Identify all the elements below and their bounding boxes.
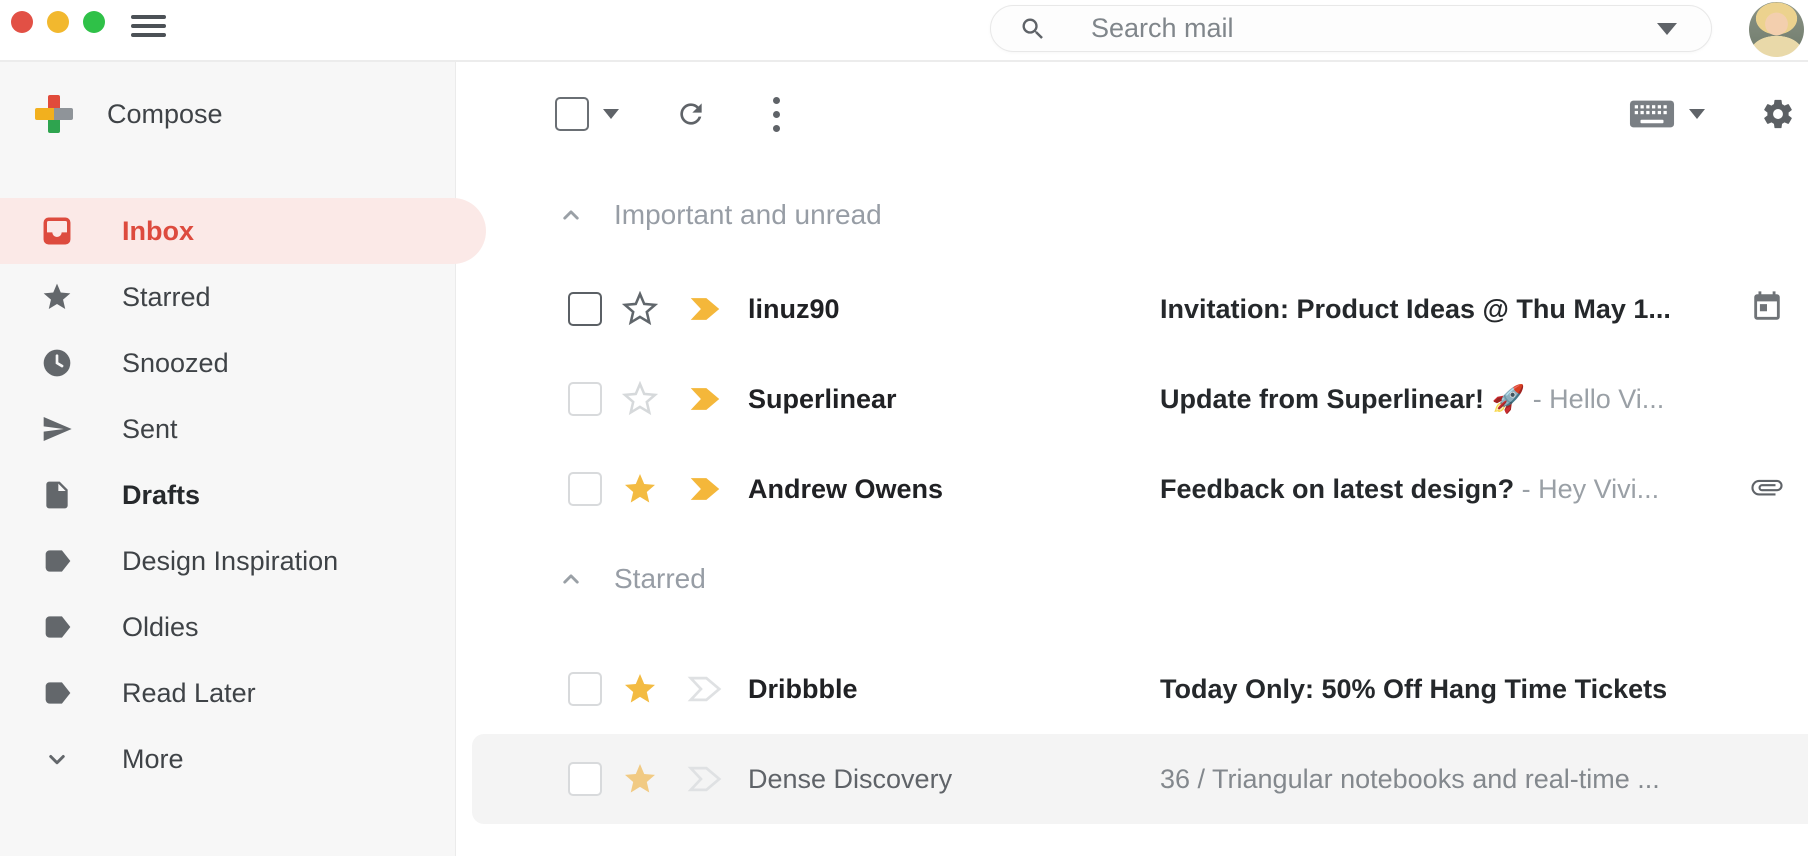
sidebar-item-sent[interactable]: Sent — [0, 396, 455, 462]
email-subject: Today Only: 50% Off Hang Time Tickets — [1160, 674, 1740, 705]
star-icon[interactable] — [622, 471, 658, 507]
email-row[interactable]: Andrew Owens Feedback on latest design? … — [472, 444, 1808, 534]
chevron-down-icon — [40, 742, 74, 776]
email-subject: 36 / Triangular notebooks and real-time … — [1160, 764, 1740, 795]
mail-list-pane: Important and unread linuz90 Invitation:… — [456, 62, 1808, 856]
email-subject: Update from Superlinear! 🚀 - Hello Vi... — [1160, 383, 1740, 415]
sidebar-item-label: Inbox — [122, 216, 194, 247]
sidebar-item-more[interactable]: More — [0, 726, 455, 792]
email-sender: linuz90 — [748, 294, 1148, 325]
section-title: Starred — [614, 563, 706, 595]
star-icon — [40, 280, 74, 314]
sidebar-item-snoozed[interactable]: Snoozed — [0, 330, 455, 396]
label-icon — [40, 610, 74, 644]
importance-marker-icon[interactable] — [686, 380, 724, 418]
close-button[interactable] — [11, 11, 33, 33]
importance-marker-icon[interactable] — [686, 470, 724, 508]
importance-marker-icon[interactable] — [686, 290, 724, 328]
clock-icon — [40, 346, 74, 380]
more-options-icon[interactable] — [773, 97, 780, 132]
sidebar-item-label: More — [122, 744, 184, 775]
search-bar[interactable] — [990, 5, 1712, 52]
email-checkbox[interactable] — [568, 382, 602, 416]
sidebar-item-starred[interactable]: Starred — [0, 264, 455, 330]
send-icon — [40, 412, 74, 446]
star-icon[interactable] — [622, 671, 658, 707]
sidebar-item-label: Drafts — [122, 480, 200, 511]
sidebar-item-label: Starred — [122, 282, 211, 313]
label-icon — [40, 544, 74, 578]
email-row[interactable]: Superlinear Update from Superlinear! 🚀 -… — [472, 354, 1808, 444]
sidebar-item-inbox[interactable]: Inbox — [0, 198, 486, 264]
email-sender: Dense Discovery — [748, 764, 1148, 795]
email-checkbox[interactable] — [568, 292, 602, 326]
zoom-button[interactable] — [83, 11, 105, 33]
importance-marker-icon[interactable] — [686, 760, 724, 798]
email-trailing-slot — [1740, 470, 1784, 509]
sidebar-nav: Inbox Starred Snoozed — [0, 198, 455, 792]
email-row[interactable]: Dribbble Today Only: 50% Off Hang Time T… — [472, 644, 1808, 734]
paperclip-icon — [1750, 470, 1784, 509]
email-checkbox[interactable] — [568, 762, 602, 796]
search-dropdown-icon[interactable] — [1657, 23, 1677, 35]
compose-label: Compose — [107, 99, 223, 130]
search-icon — [1019, 15, 1047, 43]
section-title: Important and unread — [614, 199, 882, 231]
select-dropdown-icon[interactable] — [603, 109, 619, 119]
email-subject: Invitation: Product Ideas @ Thu May 1... — [1160, 294, 1740, 325]
sidebar-item-label: Read Later — [122, 678, 256, 709]
list-toolbar — [456, 78, 1808, 150]
avatar[interactable] — [1749, 2, 1804, 57]
file-icon — [40, 478, 74, 512]
star-icon[interactable] — [622, 761, 658, 797]
sidebar-item-label: Sent — [122, 414, 178, 445]
input-tools-dropdown-icon[interactable] — [1689, 109, 1705, 119]
email-list-starred: Dribbble Today Only: 50% Off Hang Time T… — [456, 644, 1808, 824]
email-subject: Feedback on latest design? - Hey Vivi... — [1160, 474, 1740, 505]
email-trailing-slot — [1740, 290, 1784, 329]
star-icon[interactable] — [622, 291, 658, 327]
minimize-button[interactable] — [47, 11, 69, 33]
chevron-up-icon[interactable] — [556, 200, 586, 230]
sidebar-item-design-inspiration[interactable]: Design Inspiration — [0, 528, 455, 594]
compose-button[interactable]: Compose — [0, 62, 455, 166]
email-checkbox[interactable] — [568, 472, 602, 506]
email-row[interactable]: linuz90 Invitation: Product Ideas @ Thu … — [472, 264, 1808, 354]
topbar — [0, 0, 1808, 62]
email-sender: Andrew Owens — [748, 474, 1148, 505]
calendar-icon — [1750, 290, 1784, 329]
sidebar: Compose Inbox Starred — [0, 62, 456, 856]
gmail-window: Compose Inbox Starred — [0, 0, 1808, 856]
keyboard-input-tools-icon[interactable] — [1629, 98, 1675, 130]
sidebar-item-label: Oldies — [122, 612, 199, 643]
sidebar-item-label: Snoozed — [122, 348, 229, 379]
select-all-checkbox[interactable] — [555, 97, 589, 131]
email-list-important: linuz90 Invitation: Product Ideas @ Thu … — [456, 264, 1808, 534]
email-sender: Dribbble — [748, 674, 1148, 705]
sidebar-item-label: Design Inspiration — [122, 546, 338, 577]
sidebar-item-drafts[interactable]: Drafts — [0, 462, 455, 528]
content: Compose Inbox Starred — [0, 62, 1808, 856]
menu-icon[interactable] — [131, 15, 166, 42]
star-icon[interactable] — [622, 381, 658, 417]
email-sender: Superlinear — [748, 384, 1148, 415]
section-header-starred: Starred — [456, 534, 1808, 624]
section-header-important-unread: Important and unread — [456, 180, 1808, 250]
importance-marker-icon[interactable] — [686, 670, 724, 708]
compose-plus-icon — [35, 95, 73, 133]
settings-gear-icon[interactable] — [1761, 97, 1795, 131]
refresh-icon[interactable] — [675, 98, 707, 130]
email-row[interactable]: Dense Discovery 36 / Triangular notebook… — [472, 734, 1808, 824]
email-checkbox[interactable] — [568, 672, 602, 706]
sidebar-item-oldies[interactable]: Oldies — [0, 594, 455, 660]
inbox-icon — [40, 214, 74, 248]
sidebar-item-read-later[interactable]: Read Later — [0, 660, 455, 726]
traffic-lights — [11, 11, 105, 33]
chevron-up-icon[interactable] — [556, 564, 586, 594]
search-input[interactable] — [1089, 12, 1645, 45]
label-icon — [40, 676, 74, 710]
